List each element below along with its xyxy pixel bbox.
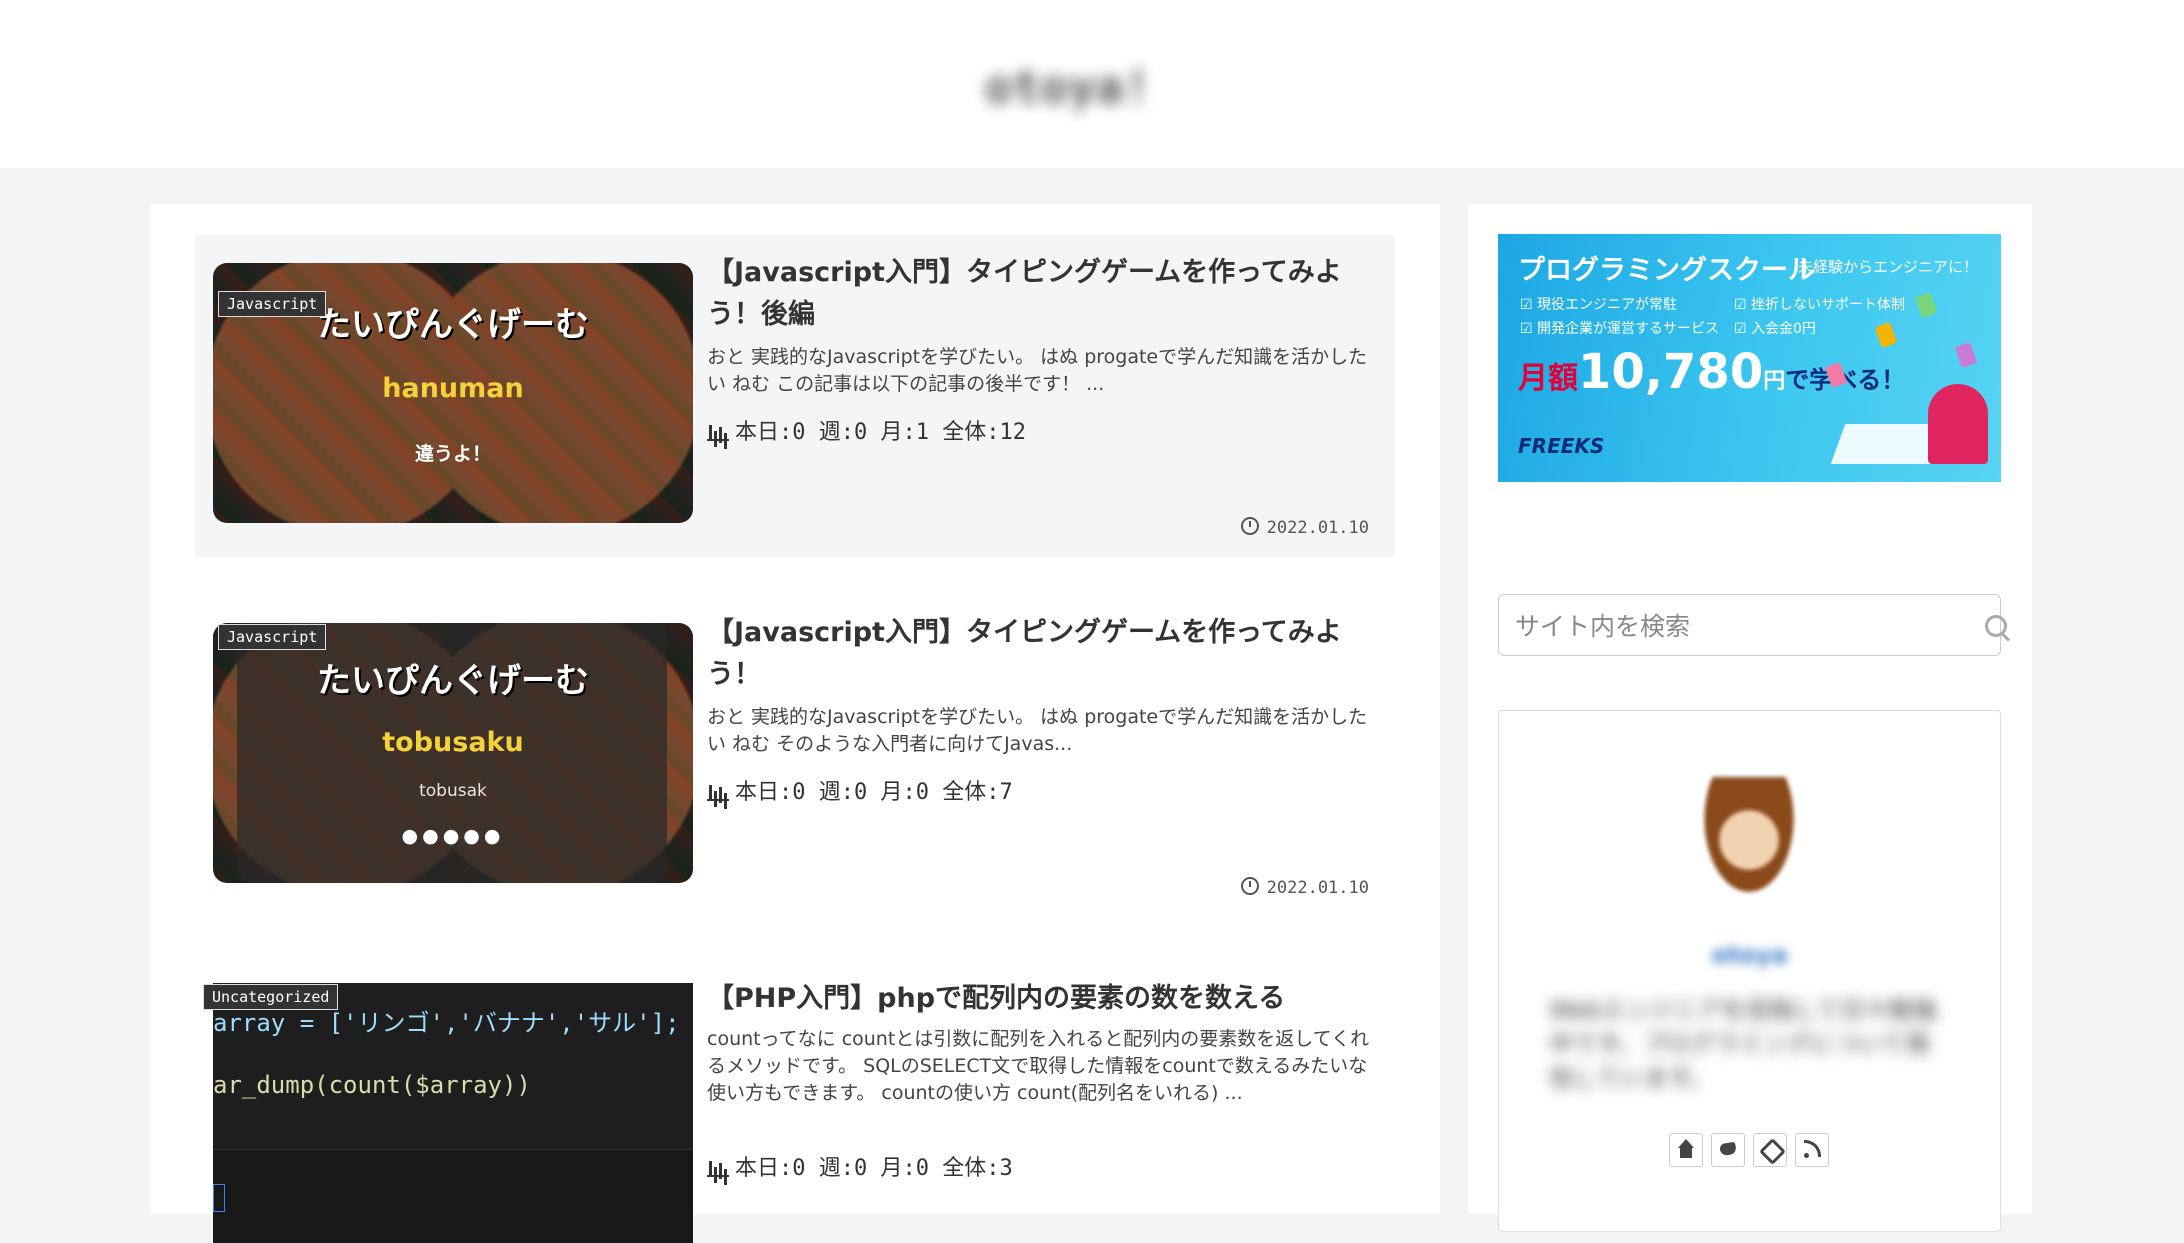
code-line: ar_dump(count($array)) [213,1071,531,1099]
rss-icon[interactable] [1795,1133,1829,1167]
clock-icon [1240,517,1259,535]
ad-title: プログラミングスクール [1518,255,1815,286]
post-thumbnail[interactable]: たいぴんぐげーむ tobusaku tobusak ●●●●● [213,623,693,883]
thumbnail-game-sub: tobusak [419,781,487,801]
search-icon[interactable] [1985,615,2007,637]
thumbnail-game-word: tobusaku [382,727,524,758]
terminal-bar [213,1149,693,1243]
search-input[interactable] [1513,605,1937,647]
post-thumbnail[interactable]: array = ['リンゴ','バナナ','サル']; ar_dump(coun… [213,983,693,1243]
post-card[interactable]: たいぴんぐげーむ hanuman 違うよ！ Javascript 【Javasc… [195,234,1395,558]
post-stats: 本日:0 週:0 月:1 全体:12 [707,414,1026,446]
ad-feature: ☑ 入会金0円 [1734,321,1816,337]
sidebar: プログラミングスクール 未経験からエンジニアに！ ☑ 現役エンジニアが常駐 ☑ … [1468,204,2032,1232]
ad-feature: ☑ 現役エンジニアが常駐 [1520,297,1678,313]
thumbnail-game-word: hanuman [382,373,524,404]
author-name[interactable]: otoya [1499,941,2000,969]
ad-price: 月額10,780円で学べる！ [1518,344,1905,400]
home-icon[interactable] [1669,1133,1703,1167]
post-card[interactable]: たいぴんぐげーむ tobusaku tobusak ●●●●● Javascri… [195,594,1395,918]
site-logo[interactable]: otoya! [985,60,1185,110]
ad-decoration [1954,341,1978,369]
terminal-prompt-icon [213,1184,225,1212]
ad-decoration [1914,291,1938,319]
post-stats-text: 本日:0 週:0 月:1 全体:12 [735,420,1026,445]
post-title[interactable]: 【Javascript入門】タイピングゲームを作ってみよう！ [707,612,1377,696]
search-box [1498,594,2007,656]
post-card[interactable]: array = ['リンゴ','バナナ','サル']; ar_dump(coun… [195,954,1395,1243]
ad-logo: FREEKS [1518,434,1605,458]
bar-chart-icon [707,1157,731,1177]
post-stats-text: 本日:0 週:0 月:0 全体:7 [735,780,1013,805]
bar-chart-icon [707,781,731,801]
post-stats: 本日:0 週:0 月:0 全体:3 [707,1150,1013,1182]
ad-banner[interactable]: プログラミングスクール 未経験からエンジニアに！ ☑ 現役エンジニアが常駐 ☑ … [1498,234,2001,482]
post-stats-text: 本日:0 週:0 月:0 全体:3 [735,1156,1013,1181]
post-date-text: 2022.01.10 [1266,518,1369,538]
post-title[interactable]: 【PHP入門】phpで配列内の要素の数を数える [707,978,1377,1020]
post-excerpt: おと 実践的なJavascriptを学びたい。 はぬ progateで学んだ知識… [707,706,1368,755]
ad-illustration-person [1928,384,1988,464]
category-badge[interactable]: Javascript [218,291,327,317]
category-badge[interactable]: Javascript [218,624,327,650]
post-title[interactable]: 【Javascript入門】タイピングゲームを作ってみよう！後編 [707,252,1377,336]
post-date: 2022.01.10 [1240,517,1369,538]
thumbnail-game-dots: ●●●●● [401,825,505,847]
bar-chart-icon [707,421,731,441]
category-badge[interactable]: Uncategorized [203,984,339,1010]
feedly-icon[interactable] [1753,1133,1787,1167]
code-line-text: ar_dump(count($array)) [213,1071,531,1099]
post-excerpt: おと 実践的なJavascriptを学びたい。 はぬ progateで学んだ知識… [707,346,1368,395]
thumbnail-game-sub: 違うよ！ [414,443,491,465]
twitter-icon[interactable] [1711,1133,1745,1167]
post-excerpt: countってなに countとは引数に配列を入れると配列内の要素数を返してくれ… [707,1028,1370,1104]
post-stats: 本日:0 週:0 月:0 全体:7 [707,774,1013,806]
post-date: 2022.01.10 [1240,877,1369,898]
ad-tagline: 未経験からエンジニアに！ [1798,258,1979,276]
author-bio: Webエンジニアを目指して日々勉強中です。プログラミングについて発信しています。 [1549,996,1937,1092]
main-content: たいぴんぐげーむ hanuman 違うよ！ Javascript 【Javasc… [150,204,1440,1243]
social-icons [1669,1133,1837,1169]
post-date-text: 2022.01.10 [1266,878,1369,898]
ad-feature: ☑ 挫折しないサポート体制 [1734,297,1906,313]
avatar [1689,777,1809,917]
profile-card: otoya Webエンジニアを目指して日々勉強中です。プログラミングについて発信… [1498,710,2001,1232]
code-line-text: array = ['リンゴ','バナナ','サル']; [213,1009,680,1037]
site-header: otoya! [0,0,2184,168]
clock-icon [1240,877,1259,895]
ad-feature: ☑ 開発企業が運営するサービス [1520,321,1720,337]
thumbnail-game-title: たいぴんぐげーむ [317,661,589,701]
